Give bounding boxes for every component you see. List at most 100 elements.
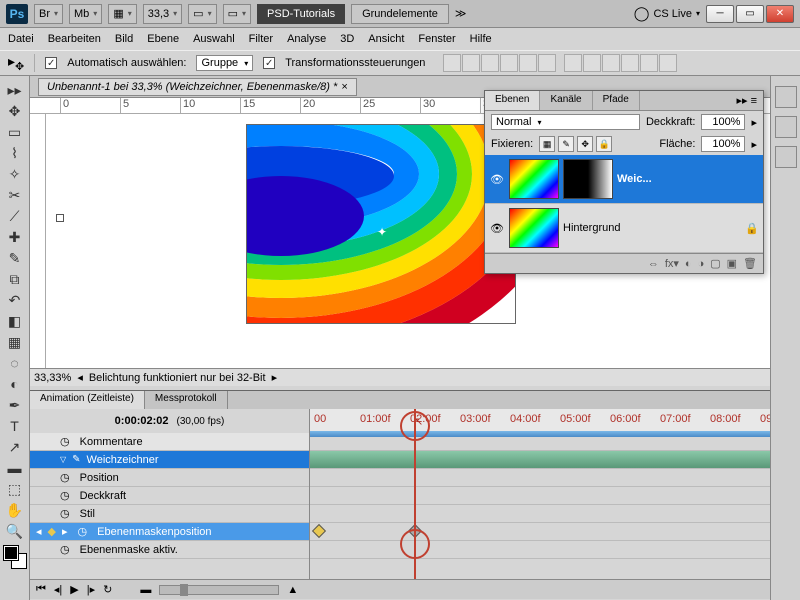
wand-tool[interactable]: ✧ — [3, 164, 27, 184]
distribute-icon[interactable] — [621, 54, 639, 72]
timecode-display[interactable]: 0:00:02:02(30,00 fps) — [30, 409, 309, 433]
heal-tool[interactable]: ✚ — [3, 227, 27, 247]
close-tab-icon[interactable]: × — [341, 81, 347, 93]
fx-icon[interactable]: fx▾ — [665, 257, 679, 270]
zoom-slider[interactable] — [159, 585, 279, 595]
opacity-input[interactable]: 100% — [701, 114, 745, 130]
lock-all-icon[interactable]: 🔒 — [596, 136, 612, 152]
zoom-in-icon[interactable]: ▲ — [287, 584, 298, 596]
maximize-button[interactable]: ▭ — [736, 5, 764, 23]
panel-menu-icon[interactable]: ▸▸ ≡ — [730, 91, 763, 110]
align-icon[interactable] — [462, 54, 480, 72]
keyframe[interactable] — [312, 524, 326, 538]
timeline-row[interactable] — [310, 541, 770, 559]
distribute-icon[interactable] — [640, 54, 658, 72]
lock-pixels-icon[interactable]: ✎ — [558, 136, 574, 152]
pen-tool[interactable]: ✒ — [3, 395, 27, 415]
loop-button[interactable]: ↻ — [103, 583, 112, 596]
stopwatch-icon[interactable] — [60, 471, 74, 484]
layer-name[interactable]: Hintergrund — [563, 222, 620, 234]
tab-paths[interactable]: Pfade — [593, 91, 640, 110]
layer-name[interactable]: Weic... — [617, 173, 652, 185]
distribute-icon[interactable] — [659, 54, 677, 72]
marquee-tool[interactable]: ▭ — [3, 122, 27, 142]
layer-row-weichzeichner[interactable]: 👁 Weic... — [485, 155, 763, 204]
workspace-tab-basic[interactable]: Grundelemente — [351, 4, 449, 24]
mask-icon[interactable]: ◐ — [685, 258, 692, 270]
hand-tool[interactable]: ✋ — [3, 500, 27, 520]
rewind-button[interactable]: ⏮ — [36, 583, 46, 596]
track-style[interactable]: Stil — [30, 505, 309, 523]
track-maskactive[interactable]: Ebenenmaske aktiv. — [30, 541, 309, 559]
lasso-tool[interactable]: ⌇ — [3, 143, 27, 163]
track-comments[interactable]: Kommentare — [30, 433, 309, 451]
align-icon[interactable] — [538, 54, 556, 72]
align-icon[interactable] — [481, 54, 499, 72]
visibility-icon[interactable]: 👁 — [489, 222, 505, 235]
zoom-select[interactable]: 33,3 — [143, 4, 182, 24]
new-layer-icon[interactable]: ▣ — [727, 257, 737, 270]
stopwatch-icon[interactable] — [60, 507, 74, 520]
tab-channels[interactable]: Kanäle — [540, 91, 592, 110]
path-tool[interactable]: ↗ — [3, 437, 27, 457]
timeline-row[interactable] — [310, 451, 770, 469]
stopwatch-icon[interactable] — [60, 543, 74, 556]
distribute-icon[interactable] — [583, 54, 601, 72]
adjust-icon[interactable]: ◑ — [698, 258, 705, 270]
delete-icon[interactable]: 🗑 — [743, 257, 757, 270]
next-frame-button[interactable]: |▸ — [87, 583, 95, 596]
workspace-tab-tutorials[interactable]: PSD-Tutorials — [257, 4, 345, 24]
transform-checkbox[interactable] — [263, 57, 275, 69]
kf-prev-icon[interactable]: ◂ — [36, 525, 42, 538]
menu-layer[interactable]: Ebene — [147, 33, 179, 45]
opacity-arrow-icon[interactable]: ▸ — [751, 116, 757, 129]
autoselect-checkbox[interactable] — [45, 57, 57, 69]
tab-animation[interactable]: Animation (Zeitleiste) — [30, 391, 145, 409]
blend-mode-select[interactable]: Normal — [491, 114, 640, 130]
menu-3d[interactable]: 3D — [340, 33, 354, 45]
status-next-icon[interactable]: ▸ — [272, 371, 278, 384]
menu-filter[interactable]: Filter — [249, 33, 273, 45]
align-icon[interactable] — [500, 54, 518, 72]
view-extras-button[interactable]: ▦ — [108, 4, 136, 24]
transform-handle[interactable] — [56, 214, 64, 222]
distribute-icon[interactable] — [564, 54, 582, 72]
kf-next-icon[interactable]: ▸ — [62, 525, 68, 538]
menu-window[interactable]: Fenster — [418, 33, 455, 45]
zoom-out-icon[interactable]: ▬ — [140, 584, 151, 596]
stopwatch-icon[interactable] — [60, 435, 74, 448]
autoselect-dropdown[interactable]: Gruppe — [196, 55, 253, 71]
menu-file[interactable]: Datei — [8, 33, 34, 45]
playhead[interactable] — [414, 409, 416, 579]
brush-tool[interactable]: ✎ — [3, 248, 27, 268]
menu-help[interactable]: Hilfe — [470, 33, 492, 45]
gradient-tool[interactable]: ▦ — [3, 332, 27, 352]
menu-select[interactable]: Auswahl — [193, 33, 235, 45]
timeline-row[interactable] — [310, 505, 770, 523]
panel-icon[interactable] — [775, 146, 797, 168]
mask-thumb[interactable] — [563, 159, 613, 199]
screenmode-button[interactable]: ▭ — [223, 4, 251, 24]
menu-view[interactable]: Ansicht — [368, 33, 404, 45]
color-swatches[interactable] — [4, 546, 26, 568]
tab-layers[interactable]: Ebenen — [485, 91, 540, 110]
layer-thumb[interactable] — [509, 159, 559, 199]
move-tool-icon[interactable]: ▸✥ — [8, 53, 24, 73]
menu-image[interactable]: Bild — [115, 33, 133, 45]
track-maskposition[interactable]: ◂ ◆ ▸ Ebenenmaskenposition — [30, 523, 309, 541]
folder-icon[interactable]: ▢ — [710, 257, 720, 270]
menu-analysis[interactable]: Analyse — [287, 33, 326, 45]
history-brush-tool[interactable]: ↶ — [3, 290, 27, 310]
arrange-button[interactable]: ▭ — [188, 4, 216, 24]
close-button[interactable]: ✕ — [766, 5, 794, 23]
minimize-button[interactable]: ─ — [706, 5, 734, 23]
stopwatch-icon[interactable] — [60, 489, 74, 502]
kf-marker-icon[interactable]: ◆ — [48, 525, 56, 538]
workspace-more-icon[interactable]: ≫ — [455, 7, 467, 20]
track-opacity[interactable]: Deckkraft — [30, 487, 309, 505]
3d-tool[interactable]: ⬚ — [3, 479, 27, 499]
fill-arrow-icon[interactable]: ▸ — [751, 138, 757, 151]
visibility-icon[interactable]: 👁 — [489, 173, 505, 186]
align-icon[interactable] — [519, 54, 537, 72]
tool-handle-icon[interactable]: ▸▸ — [3, 80, 27, 100]
